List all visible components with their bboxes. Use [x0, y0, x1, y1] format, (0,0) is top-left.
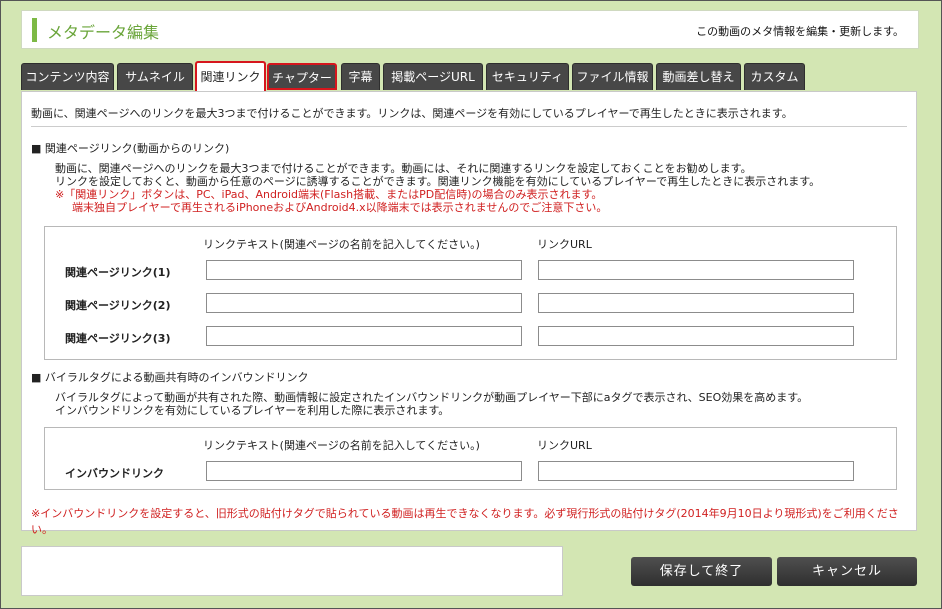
inbound-desc-2: インバウンドリンクを有効にしているプレイヤーを利用した際に表示されます。	[55, 404, 450, 417]
related-link-1-label: 関連ページリンク(1)	[65, 266, 171, 279]
save-and-exit-button[interactable]: 保存して終了	[631, 557, 772, 586]
tab-security[interactable]: セキュリティ	[486, 63, 569, 90]
inbound-url-column-header: リンクURL	[537, 439, 592, 452]
tab-replace-video[interactable]: 動画差し替え	[656, 63, 741, 90]
related-link-1-url-input[interactable]	[538, 260, 854, 280]
cancel-button[interactable]: キャンセル	[777, 557, 917, 586]
inbound-footnote: ※インバウンドリンクを設定すると、旧形式の貼付けタグで貼られている動画は再生でき…	[31, 507, 899, 536]
related-link-3-text-input[interactable]	[206, 326, 522, 346]
tab-custom[interactable]: カスタム	[744, 63, 805, 90]
inbound-link-label: インバウンドリンク	[65, 467, 164, 480]
related-link-2-url-input[interactable]	[538, 293, 854, 313]
related-link-3-url-input[interactable]	[538, 326, 854, 346]
related-link-3-label: 関連ページリンク(3)	[65, 332, 171, 345]
tab-page-url[interactable]: 掲載ページURL	[383, 63, 483, 90]
related-link-panel: 動画に、関連ページへのリンクを最大3つまで付けることができます。リンクは、関連ペ…	[21, 91, 917, 536]
related-section-title: ■ 関連ページリンク(動画からのリンク)	[31, 142, 230, 155]
panel-intro: 動画に、関連ページへのリンクを最大3つまで付けることができます。リンクは、関連ペ…	[31, 107, 793, 120]
tab-thumbnail[interactable]: サムネイル	[117, 63, 193, 90]
related-link-2-label: 関連ページリンク(2)	[65, 299, 171, 312]
related-warning-2: 端末独自プレイヤーで再生されるiPhoneおよびAndroid4.x以降端末では…	[72, 201, 608, 214]
link-url-column-header: リンクURL	[537, 238, 592, 251]
inbound-link-text-input[interactable]	[206, 461, 522, 481]
tab-related-link[interactable]: 関連リンク	[195, 61, 266, 91]
inbound-link-url-input[interactable]	[538, 461, 854, 481]
inbound-section-title: ■ バイラルタグによる動画共有時のインバウンドリンク	[31, 371, 309, 384]
tab-contents[interactable]: コンテンツ内容	[21, 63, 114, 90]
page-description: この動画のメタ情報を編集・更新します。	[696, 25, 904, 38]
tab-subtitles[interactable]: 字幕	[341, 63, 380, 90]
tab-chapter[interactable]: チャプター	[267, 63, 337, 90]
inbound-text-column-header: リンクテキスト(関連ページの名前を記入してください。)	[203, 439, 480, 452]
related-link-1-text-input[interactable]	[206, 260, 522, 280]
related-link-2-text-input[interactable]	[206, 293, 522, 313]
link-text-column-header: リンクテキスト(関連ページの名前を記入してください。)	[203, 238, 480, 251]
tab-file-info[interactable]: ファイル情報	[572, 63, 653, 90]
message-area	[21, 546, 563, 596]
page-header: メタデータ編集 この動画のメタ情報を編集・更新します。	[21, 10, 919, 49]
inbound-link-box: リンクテキスト(関連ページの名前を記入してください。) リンクURL インバウン…	[44, 427, 897, 490]
header-accent-bar	[32, 18, 37, 42]
related-links-box: リンクテキスト(関連ページの名前を記入してください。) リンクURL 関連ページ…	[44, 226, 897, 360]
page-title: メタデータ編集	[47, 23, 160, 42]
divider	[31, 126, 907, 127]
